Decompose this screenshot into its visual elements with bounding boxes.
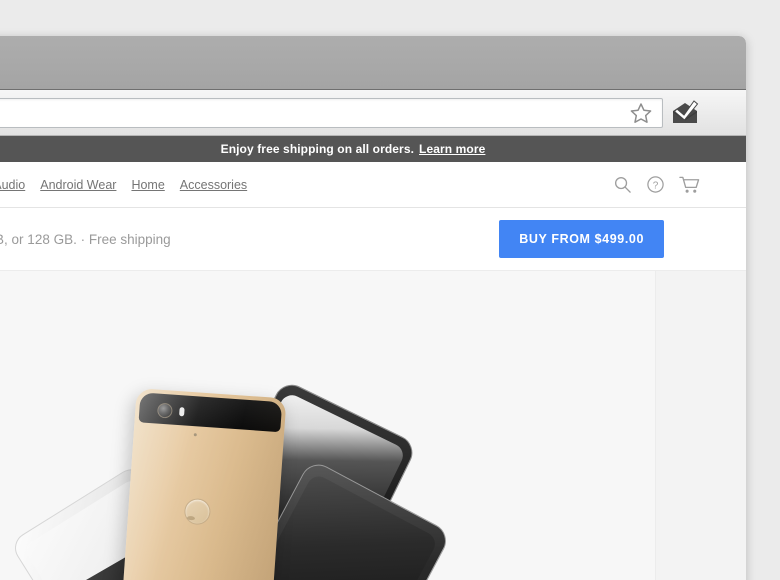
nav-icon-group: ? [613,175,700,195]
search-icon[interactable] [613,175,632,194]
phone-gold-front: us [119,388,287,580]
buy-from-button[interactable]: BUY FROM $499.00 [499,220,664,258]
address-bar[interactable] [0,97,663,128]
desktop-background: Enjoy free shipping on all orders. Learn… [0,0,780,580]
promo-banner: Enjoy free shipping on all orders. Learn… [0,136,746,162]
star-outline-icon[interactable] [628,100,654,126]
product-meta: rost. 32 GB, 64 GB, or 128 GB. · Free sh… [0,232,499,247]
nexus-6p-product-image[interactable]: us [9,375,453,580]
browser-window: Enjoy free shipping on all orders. Learn… [0,36,746,580]
browser-titlebar[interactable] [0,36,746,90]
page-viewport: Enjoy free shipping on all orders. Learn… [0,136,746,580]
product-subtitle: rost. 32 GB, 64 GB, or 128 GB. · Free sh… [0,231,171,247]
browser-toolbar [0,90,746,136]
product-header: rost. 32 GB, 64 GB, or 128 GB. · Free sh… [0,208,746,270]
nav-link-list: omebooks TV & Audio Android Wear Home Ac… [0,178,613,192]
nav-link-android-wear[interactable]: Android Wear [40,178,116,192]
inbox-envelope-check-icon[interactable] [668,96,702,130]
nav-link-accessories[interactable]: Accessories [180,178,247,192]
phone-gold-sheen [119,388,287,580]
nav-link-home[interactable]: Home [131,178,164,192]
promo-banner-text: Enjoy free shipping on all orders. [220,142,415,156]
hamburger-menu-icon[interactable] [704,96,738,130]
help-circle-icon[interactable]: ? [646,175,665,194]
shopping-cart-icon[interactable] [679,175,700,195]
site-navbar: omebooks TV & Audio Android Wear Home Ac… [0,162,746,208]
hero-right-panel [656,271,746,580]
nav-link-tv-audio[interactable]: TV & Audio [0,178,25,192]
product-hero: us [0,270,746,580]
svg-text:?: ? [653,180,659,191]
promo-learn-more-link[interactable]: Learn more [419,142,485,156]
hero-divider [655,271,656,580]
